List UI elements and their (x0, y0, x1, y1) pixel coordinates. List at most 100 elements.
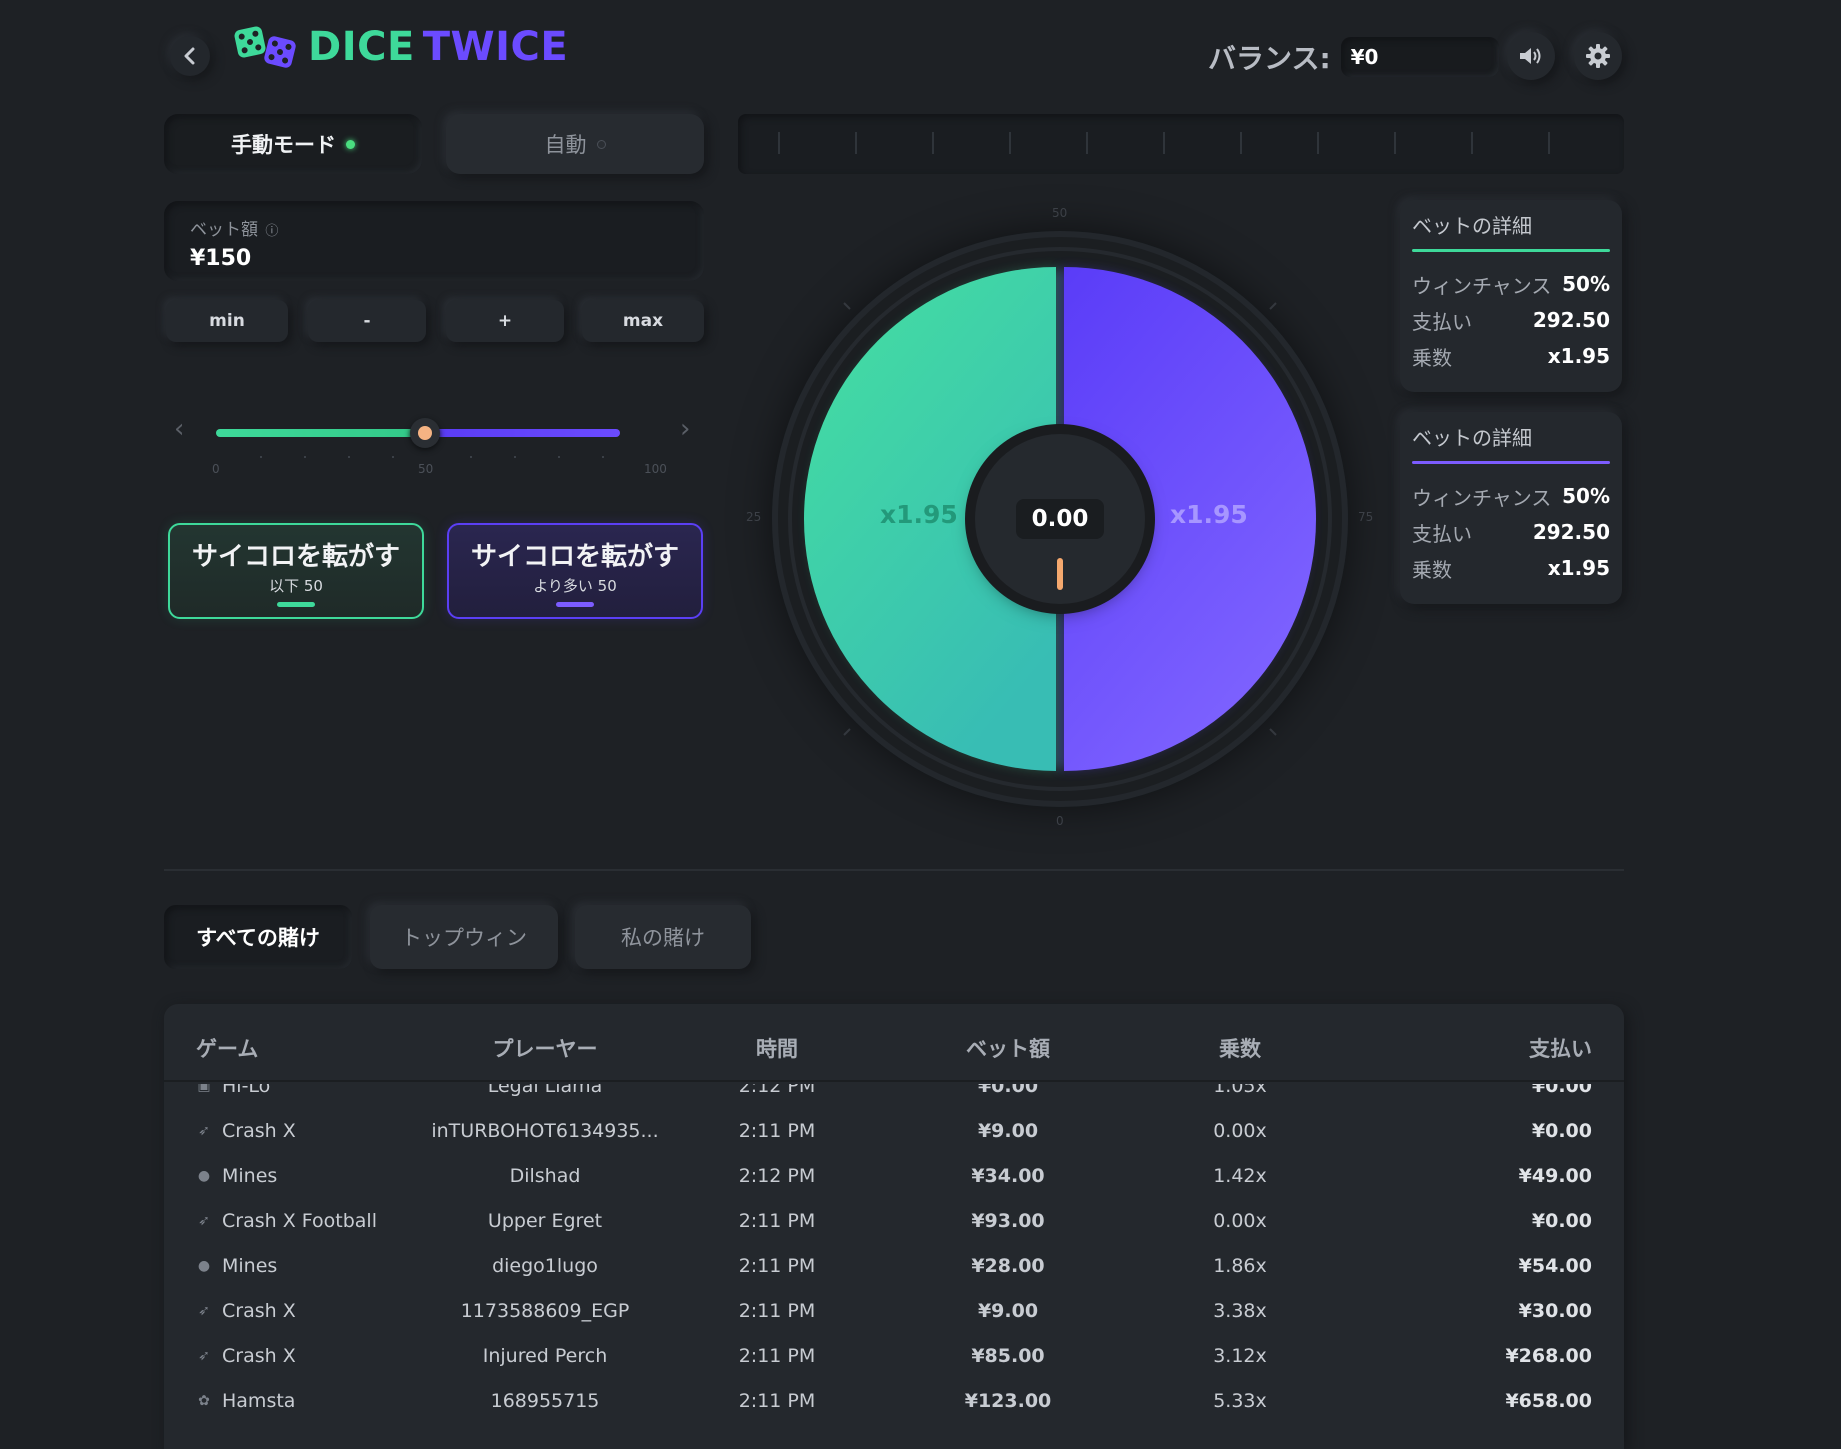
logo-text-dice: DICE (308, 24, 415, 70)
table-row: ▣ Hi-Lo Legal Llama 2:12 PM ¥0.00 1.05x ¥0.00 (164, 1084, 1624, 1109)
cell-multiplier: 3.38x (1213, 1300, 1267, 1322)
roll-under-title: サイコロを転がす (191, 541, 400, 572)
cell-multiplier: 1.42x (1213, 1165, 1267, 1187)
cell-payout: ¥49.00 (1518, 1165, 1592, 1187)
slider-thumb[interactable] (410, 418, 440, 448)
details-key: ウィンチャンス (1412, 485, 1552, 510)
cell-player: 1173588609_EGP (460, 1300, 630, 1322)
header-bet: ベット額 (966, 1037, 1050, 1061)
cell-bet: ¥9.00 (977, 1300, 1039, 1322)
cell-time: 2:11 PM (738, 1345, 816, 1367)
game-name: Hi-Lo (222, 1084, 271, 1097)
roll-under-button[interactable]: サイコロを転がす 以下 50 (168, 523, 424, 619)
cell-multiplier: 3.12x (1213, 1345, 1267, 1367)
info-icon: ⓘ (265, 224, 279, 239)
wheel-label-left: 25 (746, 510, 762, 524)
cell-payout: ¥0.00 (1531, 1120, 1592, 1142)
active-indicator-dot (346, 139, 355, 149)
bet-increase-button[interactable]: + (446, 300, 564, 342)
cell-game: ➶ Crash X (196, 1345, 296, 1367)
bet-details-card-high: ベットの詳細 ウィンチャンス 50% 支払い 292.50 乗数 x1.95 (1400, 412, 1622, 604)
bet-amount-value[interactable]: ¥150 (190, 246, 678, 271)
bets-table: ゲーム プレーヤー 時間 ベット額 乗数 支払い ▣ Hi-Lo Legal Lla… (164, 1004, 1624, 1449)
dice-logo-icon (234, 26, 296, 68)
table-row: ➶ Crash X Injured Perch 2:11 PM ¥85.00 3.12x ¥… (164, 1334, 1624, 1379)
target-slider[interactable]: ‹ › 0 50 100 (164, 400, 704, 500)
header-multiplier: 乗数 (1219, 1037, 1261, 1061)
rocket-icon: ➶ (198, 1303, 210, 1319)
cell-multiplier: 1.05x (1213, 1084, 1267, 1097)
wheel-label-right: 75 (1358, 510, 1374, 524)
cell-time: 2:11 PM (738, 1210, 816, 1232)
cell-player: Injured Perch (482, 1345, 608, 1367)
cell-bet: ¥28.00 (971, 1255, 1045, 1277)
cell-time: 2:11 PM (738, 1255, 816, 1277)
game-name: Crash X (222, 1345, 296, 1367)
tab-all-bets[interactable]: すべての賭け (164, 905, 352, 969)
tab-manual-mode[interactable]: 手動モード (164, 114, 422, 174)
wheel-label-top: 50 (1052, 206, 1068, 220)
balance-value: ¥0 (1340, 37, 1499, 77)
bet-min-button[interactable]: min (166, 300, 288, 342)
roll-over-sub: より多い 50 (533, 576, 617, 595)
tab-auto-mode[interactable]: 自動 (446, 114, 704, 174)
tab-manual-label: 手動モード (231, 133, 336, 157)
details-value: 292.50 (1532, 308, 1610, 332)
bet-amount-field[interactable]: ベット額 ⓘ ¥150 (164, 201, 704, 281)
slider-tick-0: 0 (212, 462, 220, 476)
speaker-icon (1520, 48, 1541, 64)
cell-player: inTURBOHOT6134935... (431, 1120, 659, 1142)
header-payout: 支払い (1529, 1037, 1592, 1061)
cell-player: 168955715 (490, 1390, 600, 1412)
cell-time: 2:12 PM (738, 1165, 816, 1187)
roll-over-button[interactable]: サイコロを転がす より多い 50 (447, 523, 703, 619)
slider-left-arrow-icon[interactable]: ‹ (174, 414, 184, 444)
details-title: ベットの詳細 (1412, 214, 1532, 238)
gear-icon (1586, 44, 1610, 68)
header-player: プレーヤー (492, 1037, 598, 1061)
rocket-icon: ➶ (198, 1348, 210, 1364)
logo: DICE TWICE (232, 22, 568, 72)
cell-time: 2:11 PM (738, 1300, 816, 1322)
cell-multiplier: 1.86x (1213, 1255, 1267, 1277)
bomb-icon: ● (197, 1258, 211, 1274)
bomb-icon: ● (197, 1168, 211, 1184)
game-name: Hamsta (222, 1390, 296, 1412)
cell-multiplier: 5.33x (1213, 1390, 1267, 1412)
table-row: ➶ Crash X inTURBOHOT6134935... 2:11 PM ¥9.00… (164, 1109, 1624, 1154)
cell-game: ✿ Hamsta (196, 1390, 295, 1412)
tab-my-bets[interactable]: 私の賭け (575, 905, 751, 969)
details-key: 乗数 (1412, 557, 1452, 582)
cell-game: ➶ Crash X (196, 1300, 296, 1322)
balance-label: バランス: (1208, 42, 1331, 75)
details-accent-bar (1412, 461, 1610, 464)
cell-time: 2:11 PM (738, 1120, 816, 1142)
roll-result-value: 0.00 (1016, 499, 1104, 539)
details-value: 50% (1562, 484, 1610, 508)
tab-top-wins[interactable]: トップウィン (370, 905, 558, 969)
details-row: 支払い 292.50 (1412, 514, 1610, 550)
bet-details-card-low: ベットの詳細 ウィンチャンス 50% 支払い 292.50 乗数 x1.95 (1400, 200, 1622, 392)
cell-game: ➶ Crash X (196, 1120, 296, 1142)
back-button[interactable] (170, 36, 210, 76)
details-value: 292.50 (1532, 520, 1610, 544)
cell-bet: ¥34.00 (971, 1165, 1045, 1187)
details-key: 乗数 (1412, 345, 1452, 370)
bet-decrease-button[interactable]: - (308, 300, 426, 342)
game-name: Crash X (222, 1300, 296, 1322)
slider-right-arrow-icon[interactable]: › (680, 414, 690, 444)
bet-max-button[interactable]: max (582, 300, 704, 342)
table-body: ▣ Hi-Lo Legal Llama 2:12 PM ¥0.00 1.05x ¥0.00 ➶… (164, 1084, 1624, 1449)
cell-player: diego1lugo (492, 1255, 598, 1277)
sound-button[interactable] (1507, 32, 1555, 80)
table-row: ● Mines Dilshad 2:12 PM ¥34.00 1.42x ¥49.00 (164, 1154, 1624, 1199)
cell-bet: ¥9.00 (977, 1120, 1039, 1142)
cell-bet: ¥93.00 (971, 1210, 1045, 1232)
details-accent-bar (1412, 249, 1610, 252)
wheel-low-multiplier: x1.95 (880, 500, 958, 529)
cell-payout: ¥268.00 (1505, 1345, 1592, 1367)
table-row: ● Mines diego1lugo 2:11 PM ¥28.00 1.86x ¥54.00 (164, 1244, 1624, 1289)
details-value: 50% (1562, 272, 1610, 296)
settings-button[interactable] (1574, 32, 1622, 80)
bet-amount-label: ベット額 (190, 220, 258, 240)
